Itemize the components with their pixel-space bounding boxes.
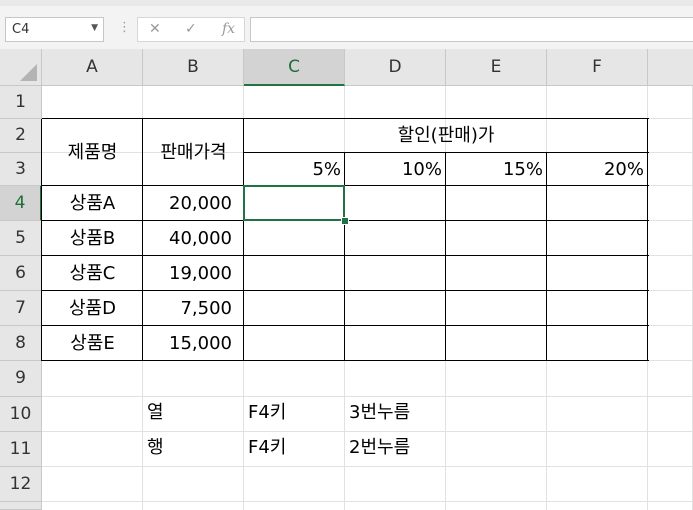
product-price: 40,000: [169, 227, 232, 249]
product-name: 상품A: [69, 192, 116, 214]
table-border: [445, 153, 446, 361]
note-key: F4키: [248, 436, 287, 458]
note-key: F4키: [248, 401, 287, 423]
name-box[interactable]: C4 ▼: [5, 17, 104, 42]
table-border: [42, 325, 649, 326]
column-header-g[interactable]: [648, 49, 693, 86]
column-header-f[interactable]: F: [547, 49, 648, 86]
row-header-5[interactable]: 5: [0, 221, 42, 256]
header-price: 판매가격: [160, 141, 227, 163]
product-name: 상품D: [69, 297, 116, 319]
gridline-horizontal: [42, 501, 693, 502]
formula-bar-area: C4 ▼ ⋮ ✕ ✓ fx: [0, 6, 693, 49]
table-border: [42, 185, 649, 186]
product-name: 상품C: [69, 262, 116, 284]
table-border: [647, 119, 648, 361]
row-header-11[interactable]: 11: [0, 432, 42, 467]
table-border: [42, 360, 649, 361]
row-header-8[interactable]: 8: [0, 326, 42, 361]
formula-input[interactable]: [250, 17, 693, 42]
note-action: 3번누름: [349, 401, 411, 423]
table-border: [42, 118, 649, 119]
name-box-value: C4: [12, 22, 30, 37]
row-header-13[interactable]: [0, 502, 42, 510]
table-border: [546, 153, 547, 361]
insert-function-icon[interactable]: fx: [222, 21, 235, 37]
row-header-9[interactable]: 9: [0, 361, 42, 397]
column-header-d[interactable]: D: [345, 49, 446, 86]
table-border: [244, 152, 649, 153]
table-border: [42, 255, 649, 256]
note-action: 2번누름: [349, 436, 411, 458]
product-name: 상품B: [69, 227, 116, 249]
product-name: 상품E: [70, 332, 115, 354]
header-product: 제품명: [67, 141, 118, 163]
column-header-b[interactable]: B: [143, 49, 244, 86]
discount-rate: 15%: [502, 158, 543, 180]
discount-rate: 5%: [312, 158, 341, 180]
fill-handle[interactable]: [341, 217, 349, 225]
gridline-horizontal: [42, 396, 693, 397]
discount-rate: 10%: [401, 158, 442, 180]
product-price: 19,000: [169, 262, 232, 284]
product-price: 20,000: [169, 192, 232, 214]
gridline-horizontal: [42, 431, 693, 432]
row-header-12[interactable]: 12: [0, 467, 42, 502]
select-all-button[interactable]: [0, 49, 42, 86]
row-header-3[interactable]: 3: [0, 153, 42, 186]
column-header-c[interactable]: C: [244, 49, 345, 86]
note-label: 행: [147, 436, 164, 458]
row-header-6[interactable]: 6: [0, 256, 42, 291]
column-header-a[interactable]: A: [42, 49, 143, 86]
active-cell-c4[interactable]: [243, 185, 345, 221]
product-price: 15,000: [169, 332, 232, 354]
table-border: [42, 290, 649, 291]
column-header-e[interactable]: E: [446, 49, 547, 86]
header-discount: 할인(판매)가: [397, 125, 495, 146]
discount-rate: 20%: [603, 158, 644, 180]
chevron-down-icon[interactable]: ▼: [91, 23, 98, 33]
row-header-7[interactable]: 7: [0, 291, 42, 326]
row-header-2[interactable]: 2: [0, 119, 42, 153]
enter-check-icon[interactable]: ✓: [185, 21, 197, 37]
vertical-dots-icon[interactable]: ⋮: [118, 20, 131, 35]
row-header-10[interactable]: 10: [0, 397, 42, 432]
formula-buttons: ✕ ✓ fx: [137, 17, 245, 42]
product-price: 7,500: [180, 297, 232, 319]
note-label: 열: [147, 401, 164, 423]
cancel-icon[interactable]: ✕: [149, 21, 161, 37]
gridline-horizontal: [42, 466, 693, 467]
worksheet-grid[interactable]: A B C D E F 1 2 3 4 5 6 7 8 9 10 11 12 제품명 판매가격 할인(판매)가 5% 10%…: [0, 49, 693, 510]
row-header-4[interactable]: 4: [0, 186, 42, 221]
row-header-1[interactable]: 1: [0, 86, 42, 119]
